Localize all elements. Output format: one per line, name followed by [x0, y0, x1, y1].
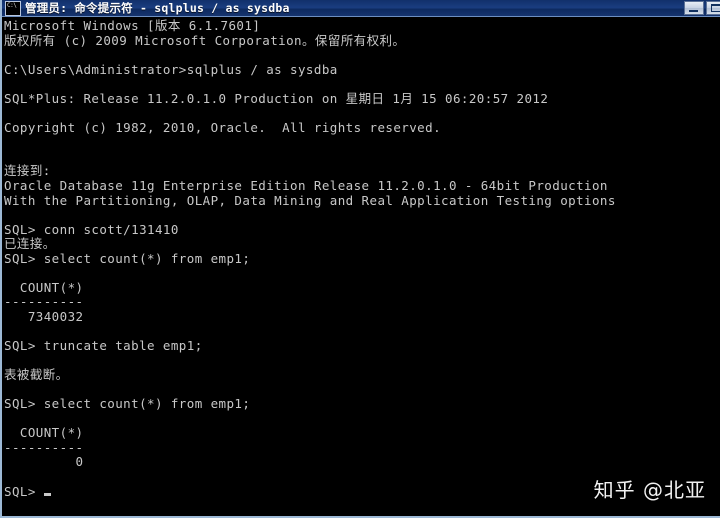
console-line: With the Partitioning, OLAP, Data Mining… [4, 192, 616, 208]
maximize-button[interactable] [706, 1, 720, 15]
minimize-icon [689, 10, 698, 12]
console-line: SQL> truncate table emp1; [4, 338, 203, 354]
console-line: SQL> conn scott/131410 [4, 221, 179, 237]
console-output-area[interactable]: Microsoft Windows [版本 6.1.7601] 版权所有 (c) … [2, 17, 720, 516]
console-line: 表被截断。 [4, 367, 69, 383]
console-line: C:\Users\Administrator>sqlplus / as sysd… [4, 61, 338, 77]
window-controls [684, 1, 720, 15]
console-line: COUNT(*) [4, 425, 84, 441]
console-text: Microsoft Windows [版本 6.1.7601] 版权所有 (c) … [4, 18, 720, 499]
console-window: C:\ 管理员: 命令提示符 - sqlplus / as sysdba Mic… [0, 0, 720, 518]
console-line: Copyright (c) 1982, 2010, Oracle. All ri… [4, 119, 442, 135]
console-line: COUNT(*) [4, 279, 84, 295]
console-line: 连接到: [4, 163, 51, 179]
watermark: 知乎 @北亚 [593, 478, 706, 502]
console-line: 0 [4, 454, 84, 470]
console-line: SQL> select count(*) from emp1; [4, 396, 251, 412]
console-line: 已连接。 [4, 236, 56, 252]
window-title: 管理员: 命令提示符 - sqlplus / as sysdba [25, 1, 290, 15]
console-line: SQL> select count(*) from emp1; [4, 250, 251, 266]
console-line: Microsoft Windows [版本 6.1.7601] [4, 18, 261, 33]
console-line: 版权所有 (c) 2009 Microsoft Corporation。保留所有… [4, 32, 406, 48]
console-line: ---------- [4, 294, 84, 310]
maximize-icon [711, 4, 720, 12]
console-line: ---------- [4, 439, 84, 455]
title-bar[interactable]: C:\ 管理员: 命令提示符 - sqlplus / as sysdba [2, 0, 720, 17]
console-icon: C:\ [5, 1, 21, 16]
console-line: 7340032 [4, 308, 84, 324]
console-icon-glyph: C:\ [7, 2, 17, 9]
console-line: Oracle Database 11g Enterprise Edition R… [4, 178, 608, 194]
console-line: SQL*Plus: Release 11.2.0.1.0 Production … [4, 90, 549, 106]
minimize-button[interactable] [684, 1, 704, 15]
text-cursor [43, 492, 51, 496]
